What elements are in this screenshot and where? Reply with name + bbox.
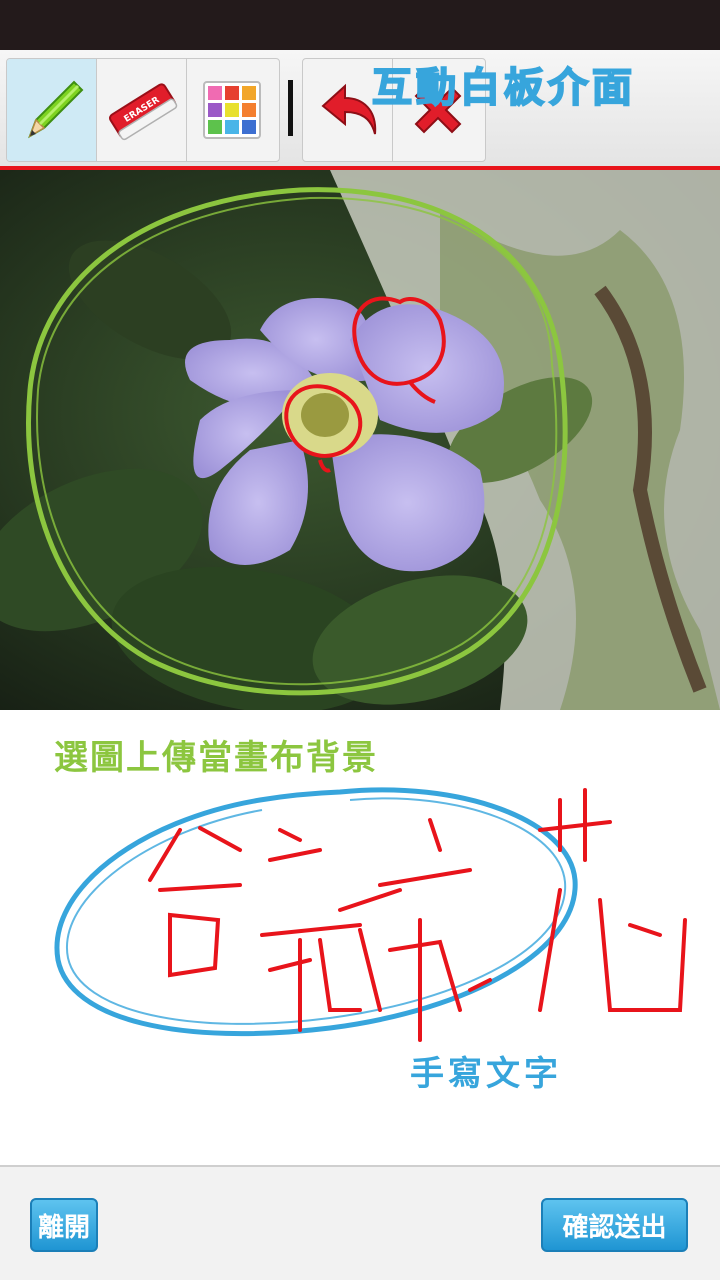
eraser-icon: ERASER xyxy=(108,83,177,141)
color-picker-button[interactable] xyxy=(187,59,277,161)
undo-icon xyxy=(320,83,376,135)
page-title: 互動白板介面 xyxy=(371,64,636,112)
pencil-icon xyxy=(27,80,83,139)
confirm-send-button[interactable]: 確認送出 xyxy=(541,1198,688,1252)
drawing-tool-group: ERASER xyxy=(6,58,280,162)
canvas-background-photo[interactable] xyxy=(0,170,720,710)
status-bar xyxy=(0,0,720,50)
pencil-tool-button[interactable] xyxy=(7,59,97,161)
color-palette-icon xyxy=(203,81,261,139)
flower-photo-image xyxy=(0,170,720,710)
eraser-tool-button[interactable]: ERASER xyxy=(97,59,187,161)
upload-background-annotation: 選圖上傳當畫布背景 xyxy=(54,738,378,778)
leave-button[interactable]: 離開 xyxy=(30,1198,98,1252)
handwritten-text-annotation: 手寫文字 xyxy=(410,1054,562,1094)
toolbar-separator xyxy=(288,80,293,136)
